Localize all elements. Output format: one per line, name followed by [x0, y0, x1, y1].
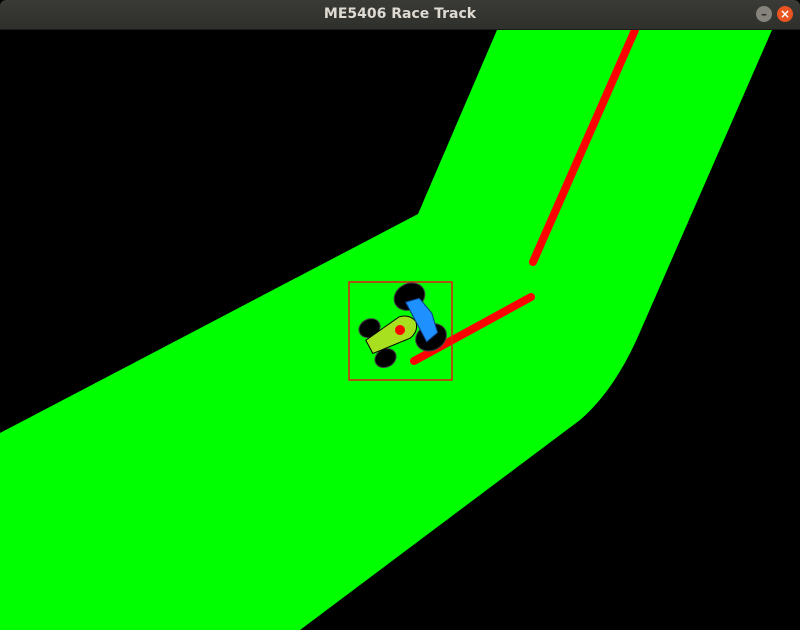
minimize-button[interactable]: – — [756, 6, 772, 22]
close-button[interactable]: × — [777, 6, 793, 22]
race-track-canvas — [0, 30, 800, 630]
app-window: ME5406 Race Track – × — [0, 0, 800, 630]
title-bar[interactable]: ME5406 Race Track – × — [0, 0, 800, 30]
window-title: ME5406 Race Track — [323, 6, 477, 22]
